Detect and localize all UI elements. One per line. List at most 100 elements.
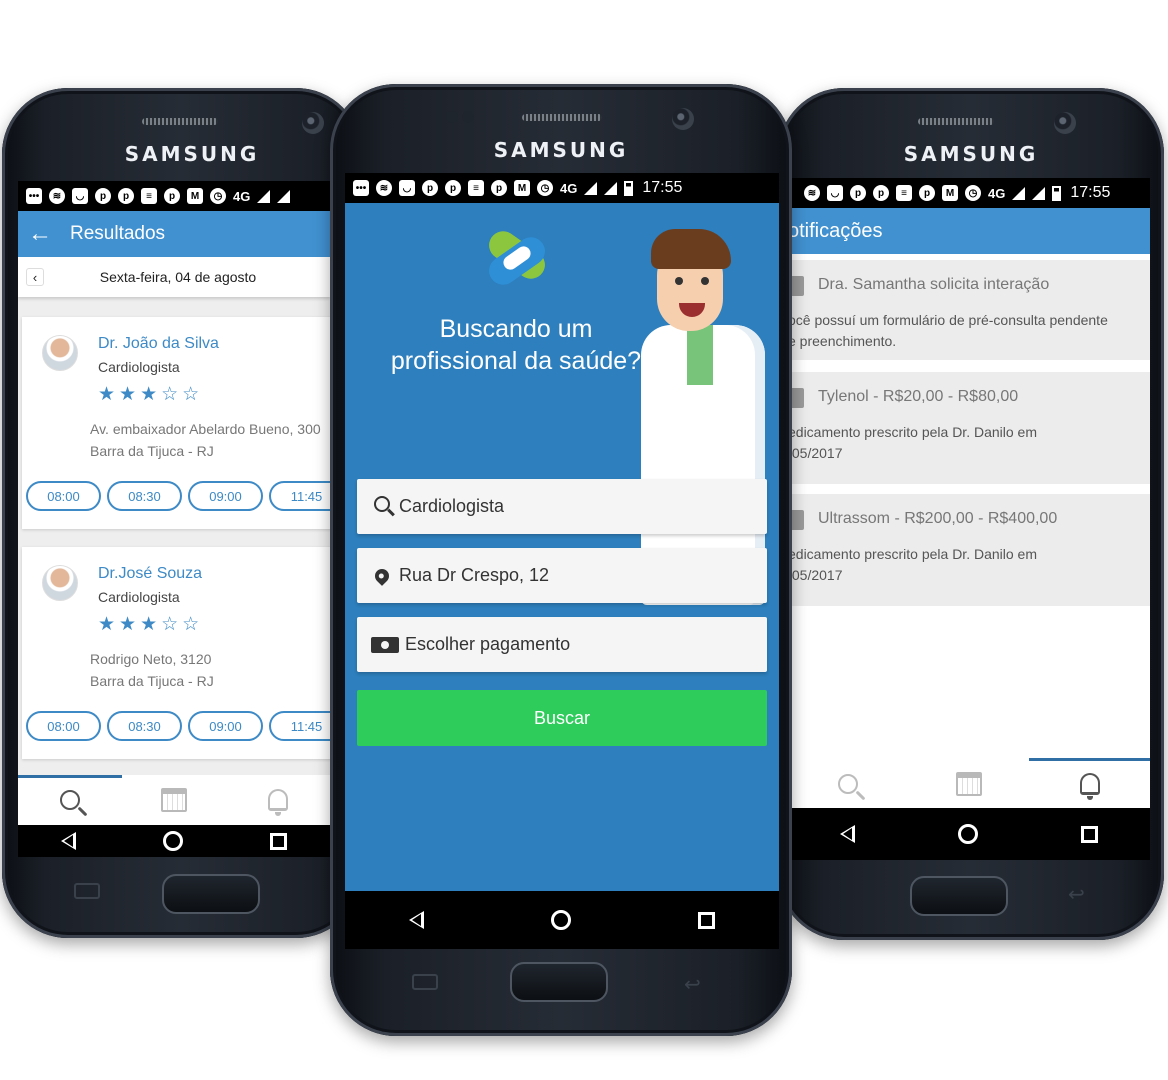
rating-stars: ★★★☆☆ [98,384,204,405]
time-slot-button[interactable]: 08:00 [26,481,101,511]
notification-item[interactable]: Tylenol - R$20,00 - R$80,00 edicamento p… [788,372,1150,484]
time-slots: 08:00 08:30 09:00 11:45 [26,481,330,511]
back-key-icon[interactable]: ↩ [1068,882,1085,907]
speaker-grill [918,118,994,125]
news-icon: ≡ [468,180,484,196]
nav-home-icon[interactable] [957,824,978,844]
nav-home-icon[interactable] [550,910,571,930]
payment-value: Escolher pagamento [405,634,571,654]
pinterest-icon: p [445,180,461,196]
calendar-icon [956,772,982,796]
gmail-icon: M [514,180,530,196]
tab-notifications[interactable] [1029,758,1150,810]
brand-label: SAMSUNG [493,138,629,162]
recent-apps-key[interactable] [412,974,438,990]
time-slot-button[interactable]: 08:00 [26,711,101,741]
address-value: Rua Dr Crespo, 12 [399,565,550,585]
notifications-screen: ≋ ◡ p p ≡ p M ◷ 4G 17:55 otificações Dra… [788,178,1150,860]
app-bar: ← Resultados [18,211,330,257]
avatar [42,565,78,601]
time-slot-button[interactable]: 11:45 [269,711,330,741]
status-bar: ••• ≋ ◡ p p ≡ p M ◷ 4G 17:55 [345,173,779,203]
back-key-icon[interactable]: ↩ [684,972,701,997]
signal-icon [1012,186,1026,200]
notification-item[interactable]: Ultrassom - R$200,00 - R$400,00 edicamen… [788,494,1150,606]
brand-label: SAMSUNG [124,142,260,166]
specialty-field[interactable]: Cardiologista [357,479,767,534]
pinterest-icon: p [850,185,866,201]
doctor-neighborhood: Barra da Tijuca - RJ [90,673,214,689]
bell-icon [1079,773,1100,800]
brand-label: SAMSUNG [903,142,1039,166]
news-icon: ≡ [141,188,157,204]
alarm-icon: ◷ [965,185,981,201]
date-selector: ‹ Sexta-feira, 04 de agosto [18,257,330,297]
wifi-icon: ≋ [376,180,392,196]
time-slot-button[interactable]: 11:45 [269,481,330,511]
time-slot-button[interactable]: 09:00 [188,481,263,511]
nav-back-icon[interactable] [61,832,77,850]
phone-left: SAMSUNG ••• ≋ ◡ p p ≡ p M ◷ 4G ← Resulta… [2,88,362,938]
notification-item[interactable]: Dra. Samantha solicita interação ocê pos… [788,260,1150,360]
tab-search[interactable] [788,758,909,810]
back-arrow-icon[interactable]: ← [28,220,52,248]
notification-text: edicamento prescrito pela Dr. Danilo em [788,546,1038,562]
notification-title: Tylenol - R$20,00 - R$80,00 [818,388,1019,405]
payment-field[interactable]: Escolher pagamento [357,617,767,672]
time-slot-button[interactable]: 08:30 [107,481,182,511]
doctor-card[interactable]: Dr.José Souza Cardiologista ★★★☆☆ Rodrig… [22,547,330,759]
tab-calendar[interactable] [909,758,1030,810]
notification-text: edicamento prescrito pela Dr. Danilo em [788,424,1038,440]
phone-right: SAMSUNG ≋ ◡ p p ≡ p M ◷ 4G 17:55 otifica… [778,88,1164,940]
front-camera [302,112,324,134]
tab-search[interactable] [18,775,122,825]
specialty-value: Cardiologista [399,496,505,516]
nav-back-icon[interactable] [839,825,855,843]
doctor-specialty: Cardiologista [98,589,180,605]
notification-text: /05/2017 [788,445,843,461]
bottom-tabs [788,758,1150,810]
battery-icon [1052,185,1062,201]
doctor-name[interactable]: Dr.José Souza [98,565,202,583]
doctor-address: Av. embaixador Abelardo Bueno, 300 [90,421,321,437]
time-slots: 08:00 08:30 09:00 11:45 [26,711,330,741]
front-camera [672,108,694,130]
headline-line: Buscando um [439,315,593,343]
app-bar: otificações [788,208,1150,254]
gmail-icon: M [942,185,958,201]
signal-icon [604,181,618,195]
address-field[interactable]: Rua Dr Crespo, 12 [357,548,767,603]
home-key[interactable] [910,876,1008,916]
tab-notifications[interactable] [226,775,330,825]
nav-recent-icon[interactable] [269,832,287,850]
chevron-left-icon[interactable]: ‹ [26,268,44,286]
doctor-address: Rodrigo Neto, 3120 [90,651,212,667]
nav-back-icon[interactable] [408,911,424,929]
wifi-icon: ≋ [49,188,65,204]
bottom-tabs [18,775,330,825]
rating-stars: ★★★☆☆ [98,614,204,635]
doctor-name[interactable]: Dr. João da Silva [98,335,219,353]
app-logo [480,221,554,295]
clock: 17:55 [642,179,683,196]
message-icon: ••• [353,180,369,196]
pinterest-icon: p [118,188,134,204]
nav-recent-icon[interactable] [1081,825,1099,843]
doctor-illustration [639,229,769,605]
headline-line: profissional da saúde? [390,347,642,375]
phone-center: SAMSUNG ••• ≋ ◡ p p ≡ p M ◷ 4G 17:55 Bus… [330,84,792,1036]
pocket-icon: ◡ [72,188,88,204]
recent-apps-key[interactable] [74,883,100,899]
search-button[interactable]: Buscar [357,690,767,746]
page-title: otificações [788,219,883,242]
doctor-card[interactable]: Dr. João da Silva Cardiologista ★★★☆☆ Av… [22,317,330,529]
nav-home-icon[interactable] [162,831,183,851]
pinterest-icon: p [422,180,438,196]
home-key[interactable] [162,874,260,914]
home-key[interactable] [510,962,608,1002]
time-slot-button[interactable]: 09:00 [188,711,263,741]
alarm-icon: ◷ [537,180,553,196]
time-slot-button[interactable]: 08:30 [107,711,182,741]
nav-recent-icon[interactable] [698,911,716,929]
tab-calendar[interactable] [122,775,226,825]
